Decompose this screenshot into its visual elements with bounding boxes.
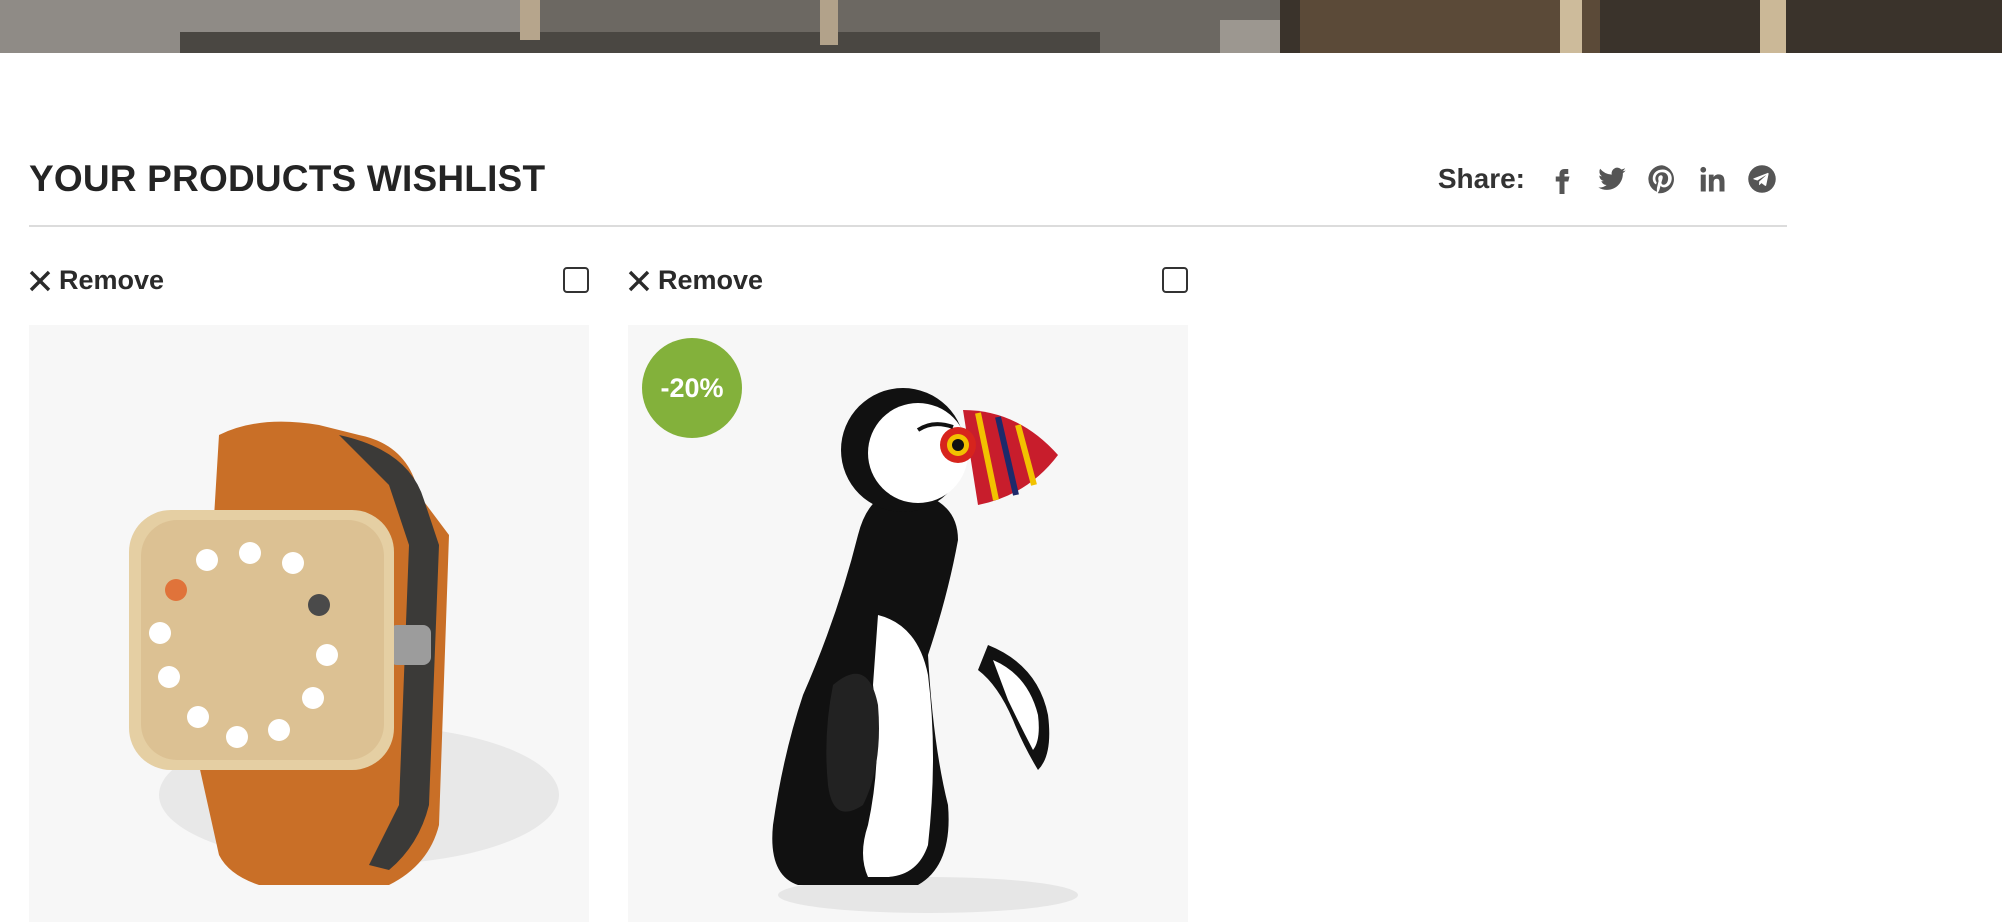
wishlist-header: YOUR PRODUCTS WISHLIST Share: xyxy=(29,150,1787,227)
facebook-icon[interactable] xyxy=(1547,164,1577,194)
hero-banner-image xyxy=(0,0,2002,53)
close-icon xyxy=(29,270,51,291)
wishlist-product-card: Remove xyxy=(29,262,589,922)
linkedin-icon[interactable] xyxy=(1697,164,1727,194)
watch-illustration xyxy=(129,421,559,885)
remove-label: Remove xyxy=(59,265,165,295)
card-actions: Remove xyxy=(628,262,1188,302)
share-label: Share: xyxy=(1437,163,1525,194)
share-block: Share: xyxy=(1438,160,1777,198)
select-checkbox[interactable] xyxy=(1162,267,1188,293)
wooden-watch-image[interactable] xyxy=(29,325,589,922)
twitter-icon[interactable] xyxy=(1597,164,1627,194)
pinterest-icon[interactable] xyxy=(1647,164,1677,194)
wishlist-product-card: Remove -20% xyxy=(628,262,1188,922)
remove-button[interactable]: Remove xyxy=(628,265,763,296)
discount-badge: -20% xyxy=(642,338,742,438)
close-icon xyxy=(628,270,650,291)
telegram-icon[interactable] xyxy=(1747,164,1777,194)
card-actions: Remove xyxy=(29,262,589,302)
select-checkbox[interactable] xyxy=(563,267,589,293)
remove-button[interactable]: Remove xyxy=(29,265,164,296)
remove-label: Remove xyxy=(658,265,764,295)
banner-photo xyxy=(0,0,2002,53)
wishlist-title: YOUR PRODUCTS WISHLIST xyxy=(29,158,546,199)
